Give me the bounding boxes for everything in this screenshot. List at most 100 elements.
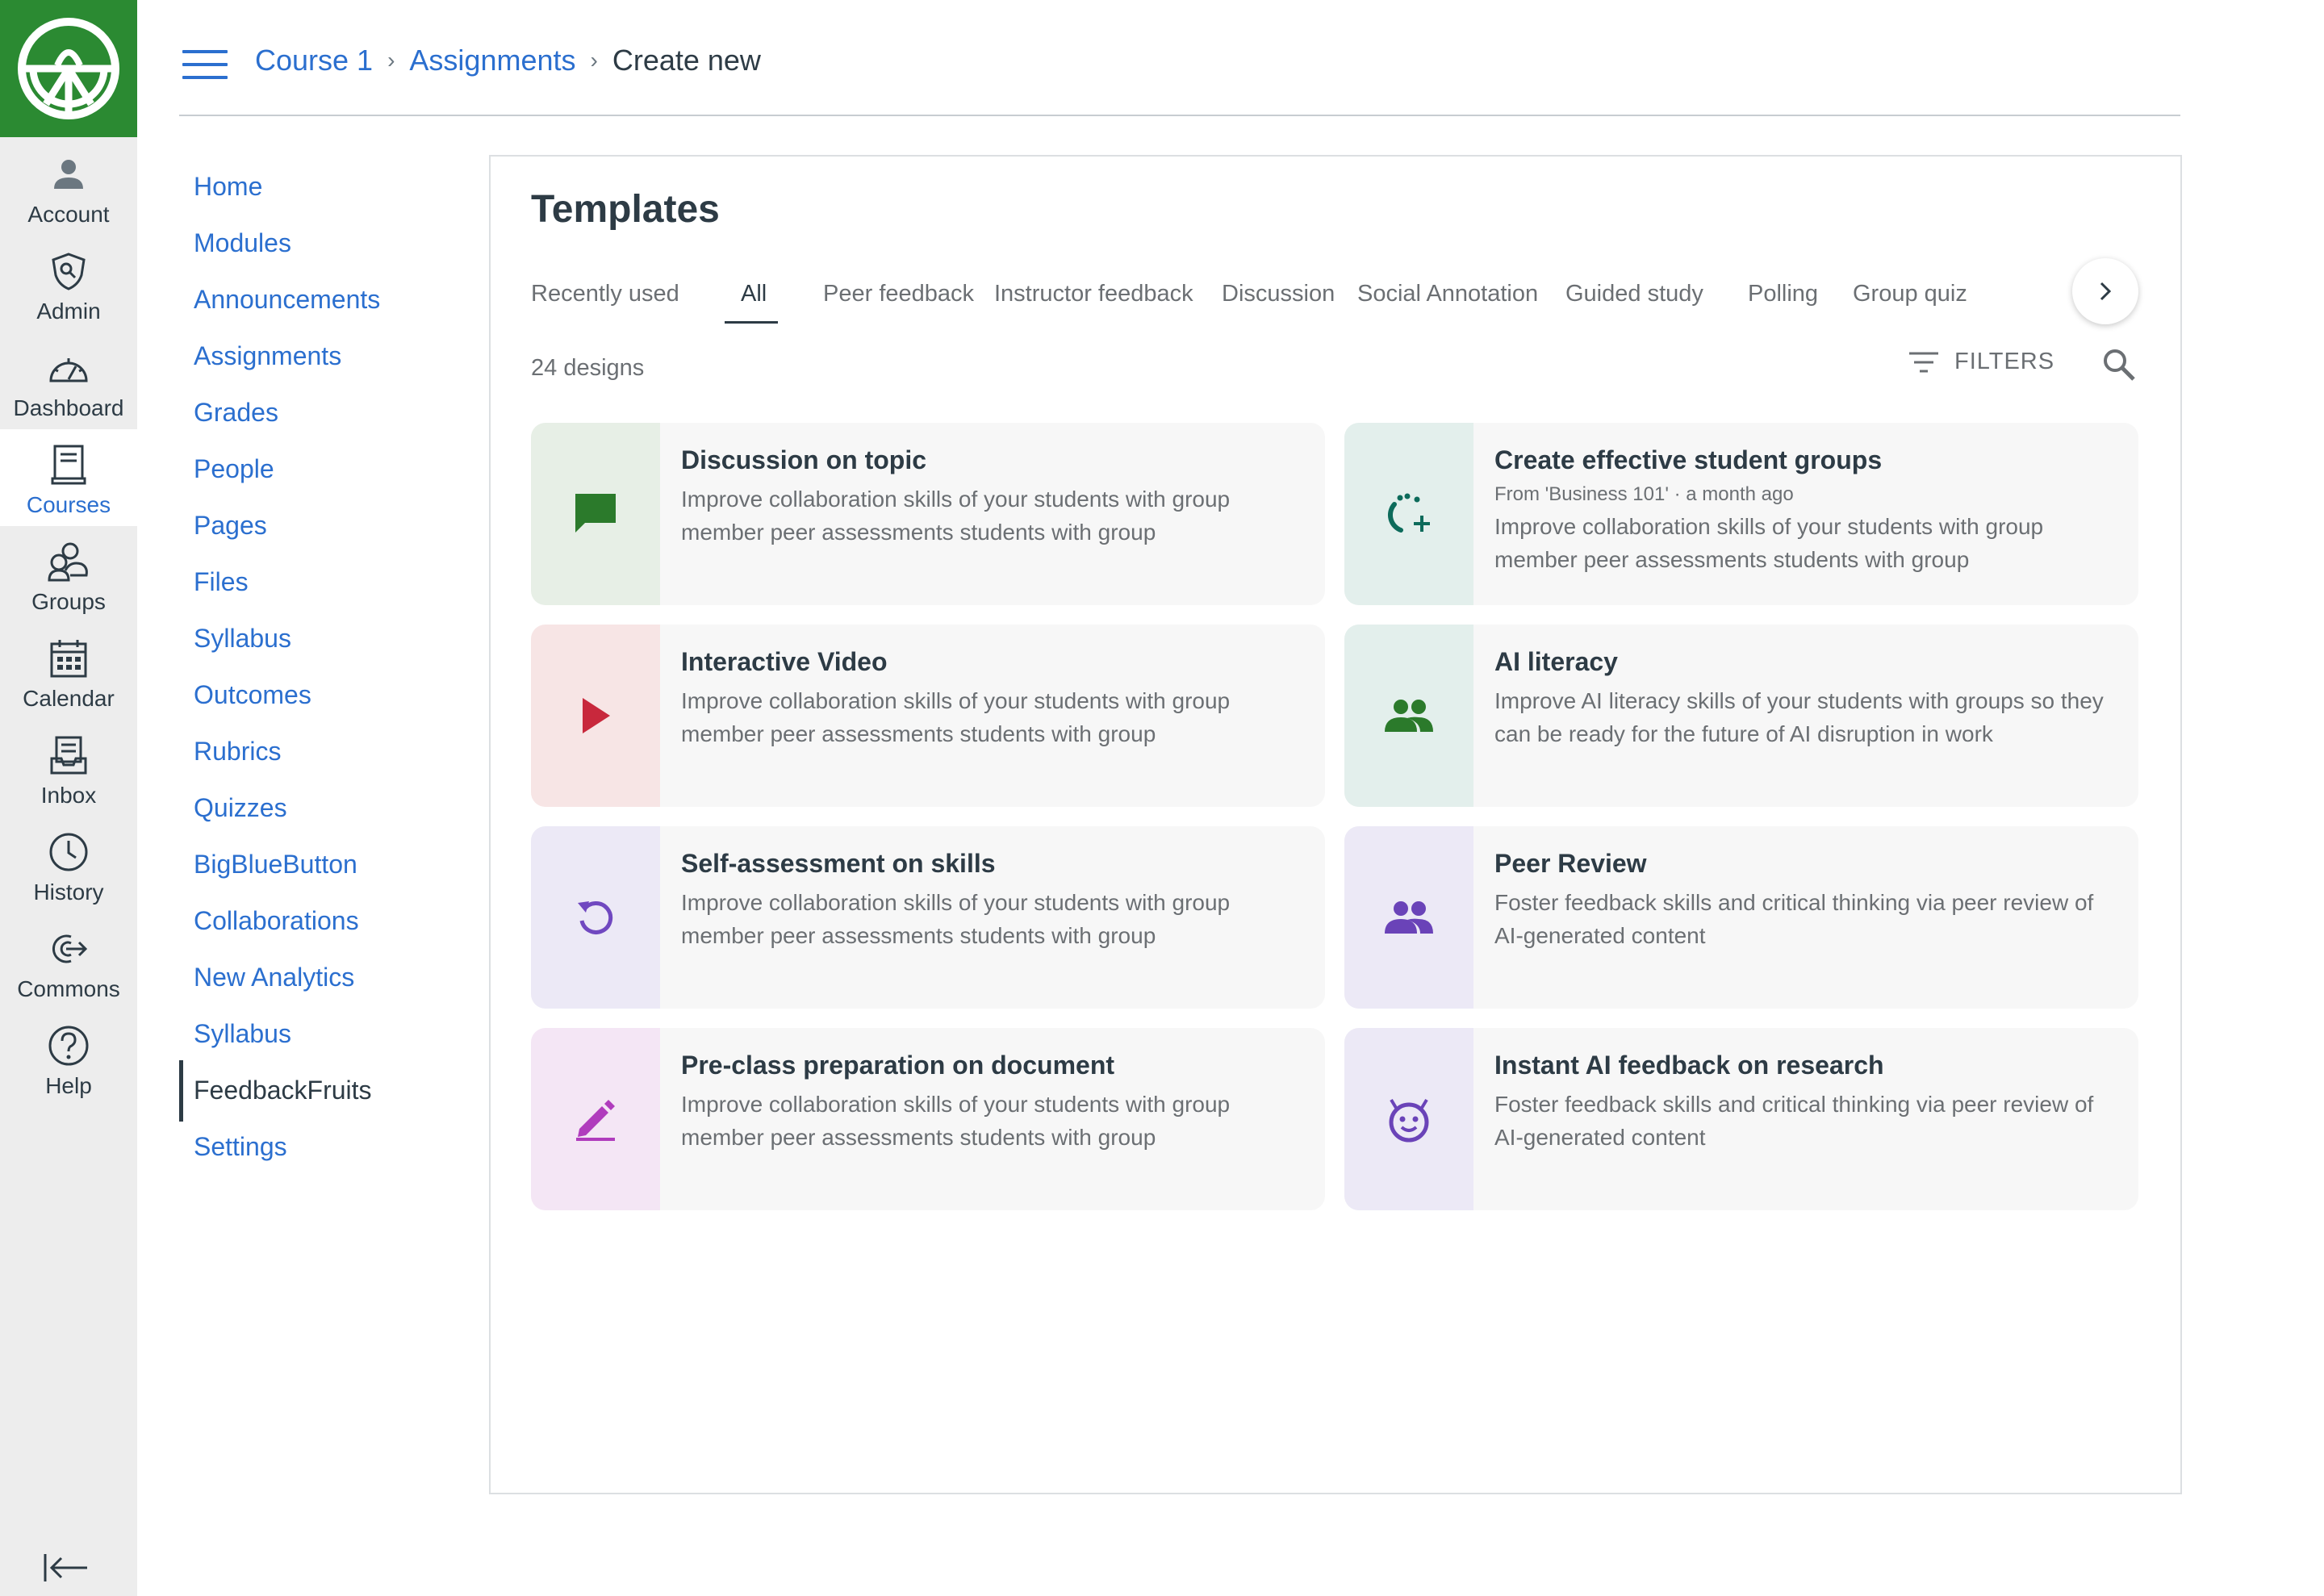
gnav-item-commons[interactable]: Commons [0, 913, 137, 1010]
card-description: Improve collaboration skills of your stu… [681, 688, 1231, 746]
gnav-item-admin[interactable]: Admin [0, 236, 137, 332]
global-nav: Account Admin Dashboard Courses Groups C… [0, 0, 137, 1596]
tab-guided-study[interactable]: Guided study [1565, 269, 1703, 318]
gnav-item-account[interactable]: Account [0, 139, 137, 236]
template-card-discussion-on-topic[interactable]: Discussion on topic Improve collaboratio… [531, 423, 1325, 605]
gnav-item-inbox[interactable]: Inbox [0, 720, 137, 817]
course-nav-syllabus[interactable]: Syllabus [194, 618, 291, 658]
templates-panel: Templates Recently used All Peer feedbac… [489, 155, 2182, 1494]
card-title: Instant AI feedback on research [1494, 1051, 1884, 1080]
card-description: Improve collaboration skills of your stu… [681, 487, 1231, 545]
course-nav-grades[interactable]: Grades [194, 392, 278, 432]
group-add-icon [1387, 493, 1430, 533]
card-title: Create effective student groups [1494, 445, 1883, 474]
tab-all[interactable]: All [741, 269, 767, 318]
tab-instructor-feedback[interactable]: Instructor feedback [994, 269, 1193, 318]
search-icon [2104, 349, 2135, 381]
gnav-item-calendar[interactable]: Calendar [0, 623, 137, 720]
filter-icon [1909, 352, 1938, 372]
hamburger-menu-button[interactable] [182, 50, 228, 82]
commons-icon [46, 926, 91, 971]
pencil-icon [576, 1100, 615, 1141]
course-nav-new-analytics[interactable]: New Analytics [194, 957, 354, 997]
inbox-icon [46, 733, 91, 778]
chevron-right-icon: › [590, 48, 598, 73]
tab-group-quiz[interactable]: Group quiz [1853, 269, 1967, 318]
tab-polling[interactable]: Polling [1748, 269, 1818, 318]
breadcrumb-course[interactable]: Course 1 [255, 44, 373, 77]
canvas-logo[interactable] [0, 0, 137, 137]
course-nav-announcements[interactable]: Announcements [194, 279, 380, 320]
card-description: Improve collaboration skills of your stu… [1494, 514, 2044, 572]
people-icon [1385, 700, 1433, 732]
gnav-item-history[interactable]: History [0, 817, 137, 913]
gnav-label: Courses [26, 492, 111, 517]
gnav-label: Commons [17, 976, 120, 1001]
card-description: Foster feedback skills and critical thin… [1494, 1092, 2094, 1150]
card-description: Improve AI literacy skills of your stude… [1494, 688, 2104, 746]
course-nav-settings[interactable]: Settings [194, 1126, 287, 1167]
course-nav-modules[interactable]: Modules [194, 223, 291, 263]
course-nav-files[interactable]: Files [194, 562, 249, 602]
breadcrumb-current: Create new [612, 44, 761, 77]
card-description: Improve collaboration skills of your stu… [681, 890, 1231, 948]
tab-discussion[interactable]: Discussion [1222, 269, 1335, 318]
filters-button[interactable]: FILTERS [1908, 349, 2054, 375]
card-swatch [531, 423, 660, 605]
collapse-arrow-icon [44, 1554, 87, 1581]
tab-peer-feedback[interactable]: Peer feedback [823, 269, 974, 318]
tabs-next-button[interactable] [2072, 258, 2138, 324]
chevron-right-icon: › [387, 48, 395, 73]
breadcrumb-assignments[interactable]: Assignments [409, 44, 575, 77]
course-nav-collaborations[interactable]: Collaborations [194, 900, 359, 941]
course-nav-pages[interactable]: Pages [194, 505, 267, 545]
course-nav-feedbackfruits[interactable]: FeedbackFruits [194, 1070, 372, 1110]
gnav-item-dashboard[interactable]: Dashboard [0, 332, 137, 429]
groups-people-icon [46, 539, 91, 584]
filters-label: FILTERS [1954, 349, 2055, 374]
gnav-item-courses[interactable]: Courses [0, 429, 137, 526]
template-card-peer-review[interactable]: Peer Review Foster feedback skills and c… [1344, 826, 2138, 1009]
course-nav-home[interactable]: Home [194, 166, 262, 207]
course-nav-quizzes[interactable]: Quizzes [194, 788, 287, 828]
card-swatch [531, 625, 660, 807]
gnav-label: Account [27, 202, 110, 227]
play-icon [583, 698, 610, 733]
chevron-right-icon [2100, 282, 2112, 301]
template-card-instant-ai-feedback[interactable]: Instant AI feedback on research Foster f… [1344, 1028, 2138, 1210]
active-tab-underline [725, 321, 778, 324]
course-nav-people[interactable]: People [194, 449, 274, 489]
breadcrumb: Course 1 › Assignments › Create new [255, 40, 761, 81]
gnav-item-help[interactable]: Help [0, 1010, 137, 1107]
course-nav-outcomes[interactable]: Outcomes [194, 675, 311, 715]
courses-book-icon [46, 442, 91, 487]
template-card-interactive-video[interactable]: Interactive Video Improve collaboration … [531, 625, 1325, 807]
gnav-label: Calendar [23, 686, 115, 711]
gnav-label: Help [45, 1073, 92, 1098]
gnav-label: Dashboard [13, 395, 124, 420]
template-card-pre-class-preparation[interactable]: Pre-class preparation on document Improv… [531, 1028, 1325, 1210]
card-title: Pre-class preparation on document [681, 1051, 1115, 1080]
card-meta: From 'Business 101' · a month ago [1494, 483, 1794, 505]
replay-icon [578, 900, 613, 934]
tab-recently-used[interactable]: Recently used [531, 269, 679, 318]
course-nav-syllabus-2[interactable]: Syllabus [194, 1013, 291, 1054]
course-nav-assignments[interactable]: Assignments [194, 336, 341, 376]
gnav-label: History [33, 879, 104, 905]
tab-social-annotation[interactable]: Social Annotation [1357, 269, 1538, 318]
course-nav-bigbluebutton[interactable]: BigBlueButton [194, 844, 357, 884]
robot-face-icon [1389, 1098, 1429, 1143]
card-description: Foster feedback skills and critical thin… [1494, 890, 2094, 948]
template-card-ai-literacy[interactable]: AI literacy Improve AI literacy skills o… [1344, 625, 2138, 807]
admin-shield-icon [46, 249, 91, 294]
course-nav-rubrics[interactable]: Rubrics [194, 731, 281, 771]
template-card-create-effective-student-groups[interactable]: Create effective student groups From 'Bu… [1344, 423, 2138, 605]
history-clock-icon [46, 829, 91, 875]
gnav-label: Inbox [40, 783, 97, 808]
card-description: Improve collaboration skills of your stu… [681, 1092, 1231, 1150]
collapse-nav-button[interactable] [42, 1549, 95, 1590]
template-card-self-assessment-on-skills[interactable]: Self-assessment on skills Improve collab… [531, 826, 1325, 1009]
gnav-item-groups[interactable]: Groups [0, 526, 137, 623]
templates-title: Templates [531, 188, 720, 231]
search-button[interactable] [2101, 347, 2137, 382]
